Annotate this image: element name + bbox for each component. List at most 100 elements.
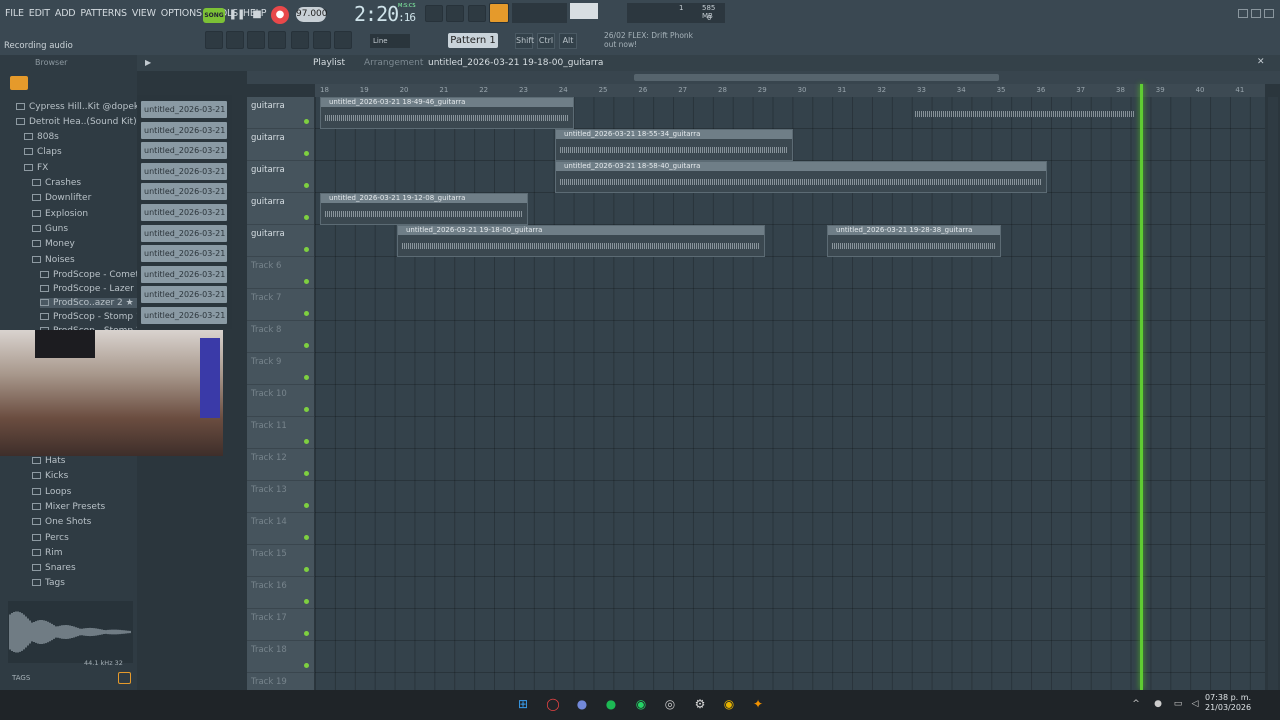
- browser-item[interactable]: Downlifter: [32, 193, 138, 203]
- track-mute-led[interactable]: [304, 535, 309, 540]
- minimize-icon[interactable]: [1238, 9, 1248, 18]
- track-header[interactable]: guitarra: [247, 97, 314, 129]
- track-header[interactable]: Track 18: [247, 641, 314, 673]
- track-header[interactable]: guitarra: [247, 129, 314, 161]
- track-mute-led[interactable]: [304, 567, 309, 572]
- sample-item[interactable]: untitled_2026-03-21 18-: [141, 142, 227, 160]
- opera-icon[interactable]: ◯: [545, 696, 561, 712]
- step-edit-icon[interactable]: [446, 5, 464, 22]
- track-header[interactable]: Track 6: [247, 257, 314, 289]
- audio-clip[interactable]: untitled_2026-03-21 18-58-40_guitarra: [555, 161, 1047, 193]
- search-icon[interactable]: [118, 672, 131, 684]
- track-mute-led[interactable]: [304, 471, 309, 476]
- track-header[interactable]: Track 17: [247, 609, 314, 641]
- menu-file[interactable]: FILE: [5, 8, 24, 19]
- menu-options[interactable]: OPTIONS: [161, 8, 202, 19]
- vertical-scrollbar[interactable]: [1268, 97, 1278, 690]
- menu-view[interactable]: VIEW: [132, 8, 156, 19]
- browser-item[interactable]: Claps: [24, 147, 138, 157]
- audio-clip[interactable]: untitled_2026-03-21 19-12-08_guitarra: [320, 193, 528, 225]
- track-header[interactable]: Track 12: [247, 449, 314, 481]
- track-header[interactable]: Track 10: [247, 385, 314, 417]
- stop-button[interactable]: ■: [248, 6, 266, 24]
- track-mute-led[interactable]: [304, 247, 309, 252]
- track-header[interactable]: Track 16: [247, 577, 314, 609]
- browser-item[interactable]: Guns: [32, 224, 138, 234]
- browser-item[interactable]: Crashes: [32, 178, 138, 188]
- alt-modifier[interactable]: Alt: [559, 33, 577, 49]
- microphone-icon[interactable]: [334, 31, 352, 49]
- mixer-icon[interactable]: [291, 31, 309, 49]
- track-header[interactable]: Track 8: [247, 321, 314, 353]
- close-icon[interactable]: [1264, 9, 1274, 18]
- track-header[interactable]: Track 11: [247, 417, 314, 449]
- browser-item[interactable]: Rim: [32, 548, 63, 558]
- maximize-icon[interactable]: [1251, 9, 1261, 18]
- sample-item[interactable]: untitled_2026-03-21 18-: [141, 204, 227, 221]
- track-mute-led[interactable]: [304, 503, 309, 508]
- whatsapp-icon[interactable]: ◉: [633, 696, 649, 712]
- microphone-tray-icon[interactable]: ●: [1150, 696, 1166, 712]
- browser-item[interactable]: Hats: [32, 456, 66, 466]
- audio-clip[interactable]: untitled_2026-03-21 19-18-00_guitarra: [397, 225, 765, 257]
- sample-item[interactable]: untitled_2026-03-21 18-: [141, 265, 227, 283]
- browser-item[interactable]: Loops: [32, 487, 71, 497]
- sample-item[interactable]: untitled_2026-03-21 19-: [141, 307, 227, 324]
- sample-item[interactable]: untitled_2026-03-21 18-: [141, 121, 227, 139]
- browser-item[interactable]: Kicks: [32, 471, 68, 481]
- sample-item[interactable]: untitled_2026-03-21 18-: [141, 245, 227, 263]
- track-header[interactable]: Track 7: [247, 289, 314, 321]
- ctrl-modifier[interactable]: Ctrl: [537, 33, 555, 49]
- browser-item[interactable]: Snares: [32, 563, 76, 573]
- browser-item[interactable]: Mixer Presets: [32, 502, 105, 512]
- steam-icon[interactable]: ◎: [662, 696, 678, 712]
- audio-clip[interactable]: untitled_2026-03-21 18-49-46_guitarra: [320, 97, 574, 129]
- sample-item[interactable]: untitled_2026-03-21 18-: [141, 101, 227, 118]
- browser-item[interactable]: One Shots: [32, 517, 91, 527]
- browser-item[interactable]: Noises: [32, 255, 138, 265]
- browser-item[interactable]: ProdScop - Stomp 1: [40, 312, 138, 322]
- tray-chevron-icon[interactable]: ^: [1128, 696, 1144, 712]
- track-mute-led[interactable]: [304, 343, 309, 348]
- spotify-icon[interactable]: ●: [603, 696, 619, 712]
- network-icon[interactable]: ▭: [1170, 696, 1186, 712]
- countdown-icon[interactable]: [489, 3, 509, 23]
- playhead-marker[interactable]: [1140, 84, 1143, 690]
- track-mute-led[interactable]: [304, 375, 309, 380]
- playlist-close-icon[interactable]: ✕: [1257, 57, 1265, 67]
- menu-patterns[interactable]: PATTERNS: [80, 8, 127, 19]
- browser-item[interactable]: Cypress Hill..Kit @dopekit: [16, 102, 138, 112]
- track-mute-led[interactable]: [304, 311, 309, 316]
- browser-item[interactable]: 808s: [24, 132, 138, 142]
- audio-clip[interactable]: untitled_2026-03-21 19-28-38_guitarra: [827, 225, 1001, 257]
- browser-item[interactable]: FX: [24, 163, 138, 173]
- browser-icon[interactable]: [268, 31, 286, 49]
- track-mute-led[interactable]: [304, 183, 309, 188]
- track-mute-led[interactable]: [304, 407, 309, 412]
- sample-item[interactable]: untitled_2026-03-21 19-: [141, 286, 227, 304]
- horizontal-scrollbar[interactable]: [634, 74, 999, 81]
- browser-item[interactable]: ProdScope - Lazer 1: [40, 284, 138, 294]
- browser-item[interactable]: Detroit Hea..(Sound Kit): [16, 117, 138, 127]
- menu-edit[interactable]: EDIT: [29, 8, 50, 19]
- playlist-icon[interactable]: [247, 31, 265, 49]
- sample-item[interactable]: untitled_2026-03-21 18-: [141, 162, 227, 180]
- play-icon[interactable]: ▶: [145, 58, 151, 67]
- metronome-icon[interactable]: [468, 5, 486, 22]
- news-hint[interactable]: 26/02 FLEX: Drift Phonk out now!: [604, 31, 693, 49]
- track-header[interactable]: guitarra: [247, 193, 314, 225]
- track-mute-led[interactable]: [304, 663, 309, 668]
- channel-rack-icon[interactable]: [205, 31, 223, 49]
- chrome-icon[interactable]: ◉: [721, 696, 737, 712]
- track-mute-led[interactable]: [304, 279, 309, 284]
- arrow-right-icon[interactable]: [313, 31, 331, 49]
- shift-modifier[interactable]: Shift: [515, 33, 534, 49]
- windows-start-icon[interactable]: ⊞: [515, 696, 531, 712]
- volume-icon[interactable]: ◁: [1187, 696, 1203, 712]
- audio-clip[interactable]: untitled_2026-03-21 18-55-34_guitarra: [555, 129, 793, 161]
- browser-item[interactable]: Percs: [32, 533, 69, 543]
- track-header[interactable]: Track 14: [247, 513, 314, 545]
- track-mute-led[interactable]: [304, 631, 309, 636]
- record-button[interactable]: ●: [271, 6, 289, 24]
- track-header[interactable]: Track 13: [247, 481, 314, 513]
